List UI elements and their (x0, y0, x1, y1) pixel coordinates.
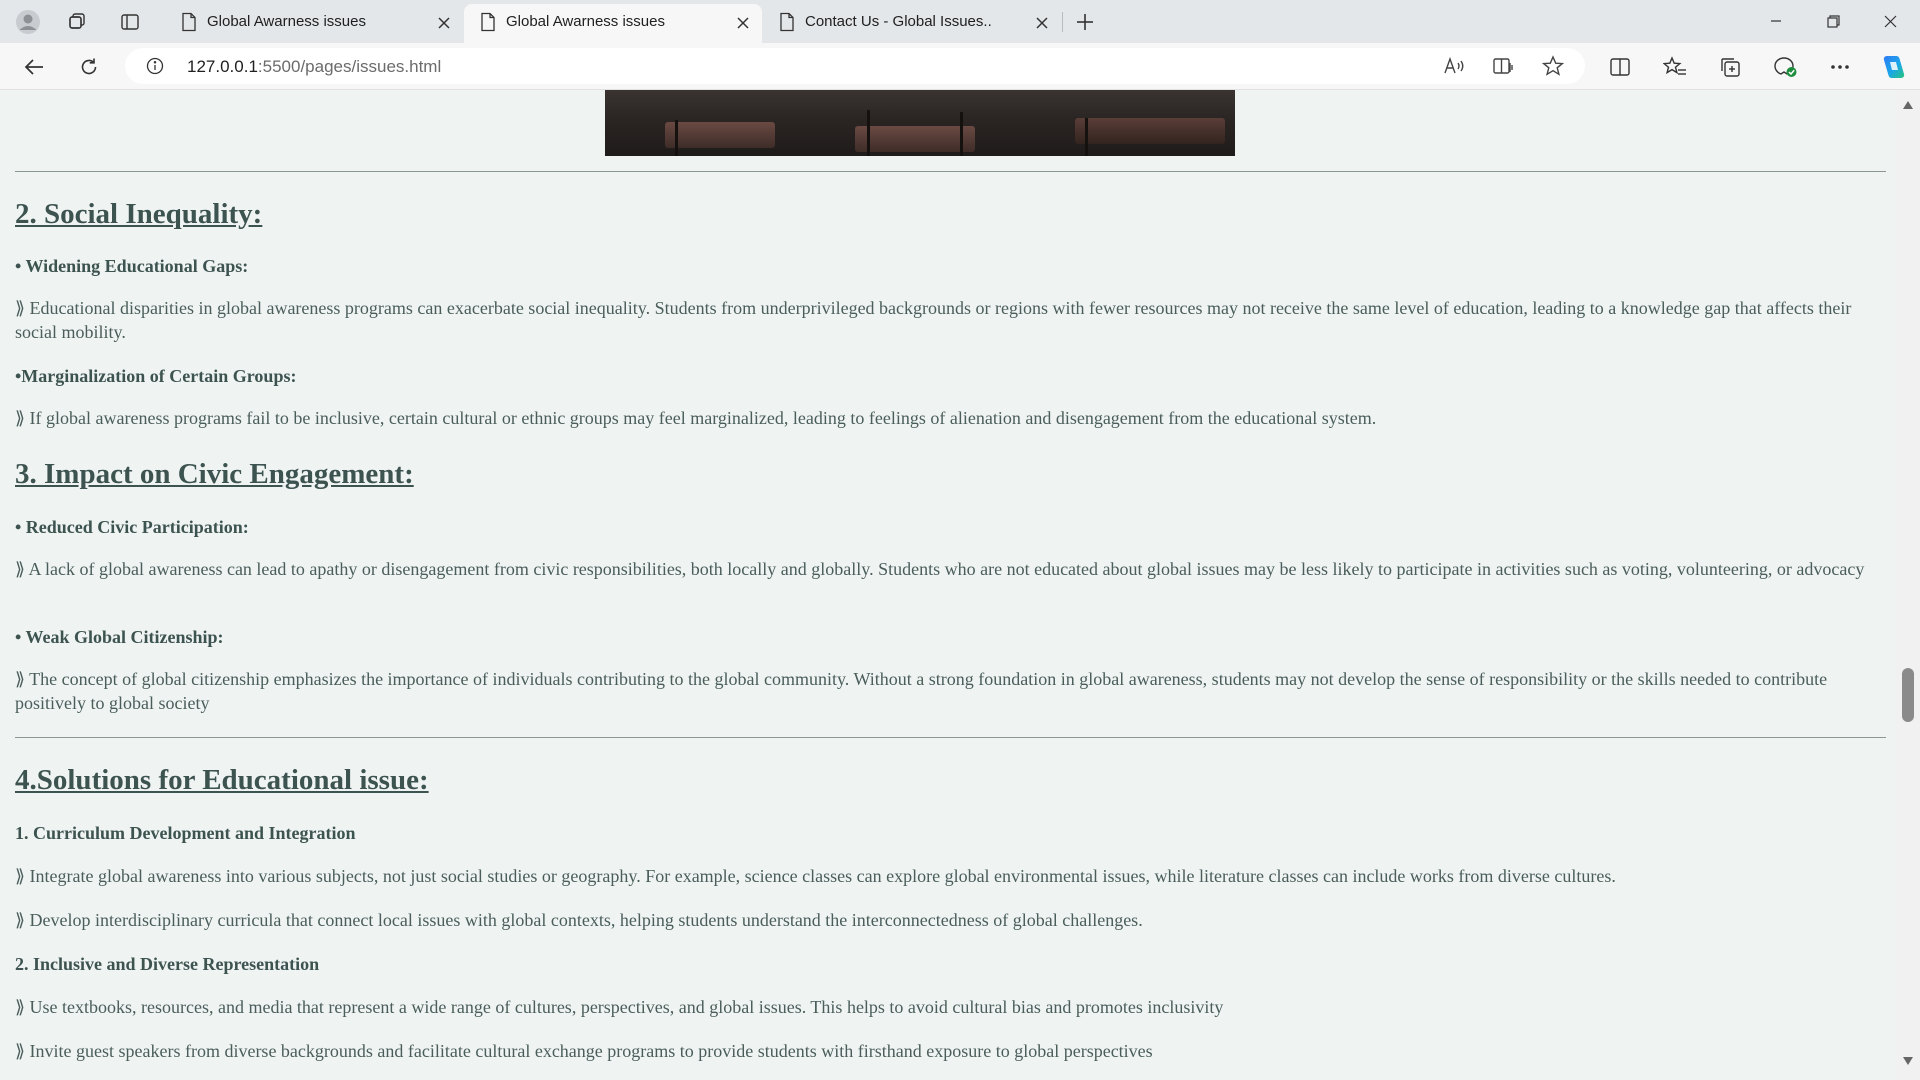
scroll-down-arrow-icon[interactable] (1902, 1056, 1914, 1066)
tab-3[interactable]: Contact Us - Global Issues.. (763, 4, 1061, 43)
paragraph: ⟫ Integrate global awareness into variou… (15, 866, 1616, 886)
favorite-star-icon[interactable] (1539, 52, 1567, 80)
section-divider (15, 737, 1886, 738)
paragraph: ⟫ A lack of global awareness can lead to… (15, 559, 1865, 579)
tab-separator (1062, 12, 1063, 32)
subheading: 2. Inclusive and Diverse Representation (15, 954, 320, 974)
tab-title: Contact Us - Global Issues.. (805, 13, 992, 30)
page-content: 2. Social Inequality: • Widening Educati… (0, 90, 1896, 1080)
minimize-icon[interactable] (1753, 6, 1799, 36)
document-icon (181, 12, 197, 36)
profile-icon[interactable] (13, 7, 43, 37)
subheading: • Reduced Civic Participation: (15, 517, 249, 537)
tab-title: Global Awarness issues (207, 13, 366, 30)
tab-1[interactable]: Global Awarness issues (165, 4, 463, 43)
site-info-icon[interactable] (146, 57, 164, 80)
paragraph: ⟫ Develop interdisciplinary curricula th… (15, 910, 1143, 930)
immersive-reader-icon[interactable] (1489, 52, 1517, 80)
paragraph: ⟫ Use textbooks, resources, and media th… (15, 997, 1224, 1017)
classroom-image (605, 90, 1235, 156)
url-text[interactable]: 127.0.0.1:5500/pages/issues.html (187, 57, 441, 77)
tab-actions-icon[interactable] (115, 7, 145, 37)
back-arrow-icon[interactable] (18, 51, 50, 83)
favorites-icon[interactable] (1659, 51, 1691, 83)
subheading: • Widening Educational Gaps: (15, 256, 249, 276)
navigation-bar: 127.0.0.1:5500/pages/issues.html (0, 43, 1920, 90)
subheading: •Marginalization of Certain Groups: (15, 366, 297, 386)
close-window-icon[interactable] (1867, 6, 1913, 36)
document-icon (480, 12, 496, 36)
vertical-scrollbar[interactable] (1896, 90, 1920, 1080)
copilot-icon[interactable] (1877, 51, 1909, 83)
split-screen-icon[interactable] (1604, 51, 1636, 83)
tab-title: Global Awarness issues (506, 13, 665, 30)
section-divider (15, 171, 1886, 172)
collections-icon[interactable] (1714, 51, 1746, 83)
tab-strip: Global Awarness issues Global Awarness i… (0, 0, 1920, 43)
paragraph: ⟫ Invite guest speakers from diverse bac… (15, 1041, 1153, 1061)
address-bar[interactable]: 127.0.0.1:5500/pages/issues.html (125, 48, 1585, 84)
read-aloud-icon[interactable] (1440, 52, 1468, 80)
tab-2-active[interactable]: Global Awarness issues (464, 4, 762, 43)
scrollbar-thumb[interactable] (1902, 668, 1914, 722)
more-dots-icon[interactable] (1824, 51, 1856, 83)
refresh-icon[interactable] (73, 51, 105, 83)
section-heading: 2. Social Inequality: (15, 198, 263, 230)
subheading: • Weak Global Citizenship: (15, 627, 224, 647)
document-icon (779, 12, 795, 36)
workspaces-icon[interactable] (62, 7, 92, 37)
paragraph: ⟫ Educational disparities in global awar… (15, 298, 1852, 342)
paragraph: ⟫ The concept of global citizenship emph… (15, 669, 1828, 713)
url-path: :5500/pages/issues.html (257, 57, 442, 76)
scroll-up-arrow-icon[interactable] (1902, 100, 1914, 110)
close-icon[interactable] (434, 13, 454, 33)
subheading: 1. Curriculum Development and Integratio… (15, 823, 356, 843)
url-host: 127.0.0.1 (187, 57, 258, 76)
paragraph: ⟫ If global awareness programs fail to b… (15, 408, 1377, 428)
browser-essentials-icon[interactable] (1769, 51, 1801, 83)
close-icon[interactable] (733, 13, 753, 33)
new-tab-plus-icon[interactable] (1070, 8, 1100, 36)
section-heading: 3. Impact on Civic Engagement: (15, 458, 414, 490)
close-icon[interactable] (1032, 13, 1052, 33)
section-heading: 4.Solutions for Educational issue: (15, 764, 429, 796)
restore-icon[interactable] (1810, 6, 1856, 36)
